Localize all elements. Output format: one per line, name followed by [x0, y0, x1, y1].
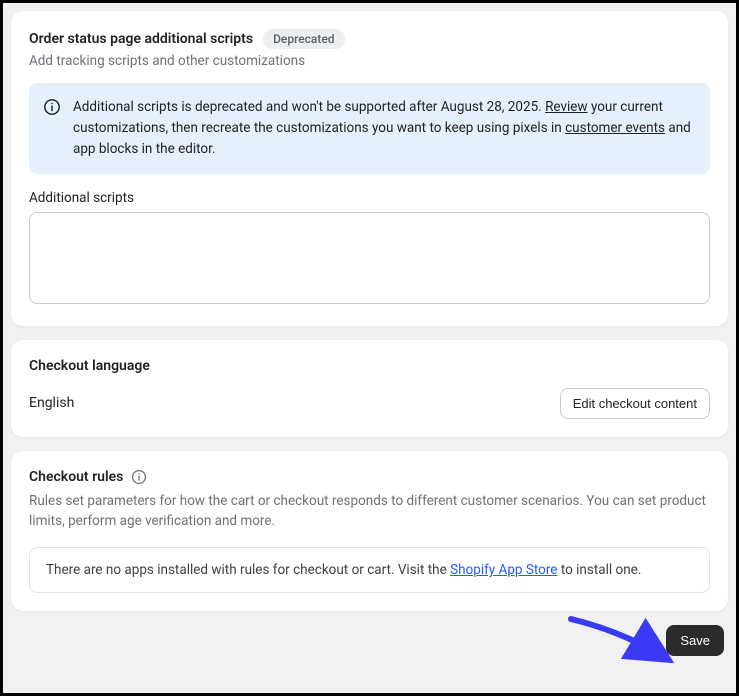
banner-review-link[interactable]: Review — [545, 99, 588, 115]
edit-checkout-content-button[interactable]: Edit checkout content — [560, 388, 710, 419]
shopify-app-store-link[interactable]: Shopify App Store — [450, 562, 557, 578]
checkout-rules-title: Checkout rules — [29, 469, 123, 485]
save-row: Save — [11, 625, 728, 660]
order-status-scripts-card: Order status page additional scripts Dep… — [11, 11, 728, 326]
banner-customer-events-link[interactable]: customer events — [565, 120, 665, 136]
checkout-rules-notice: There are no apps installed with rules f… — [29, 547, 710, 593]
checkout-language-title: Checkout language — [29, 358, 710, 374]
info-icon — [43, 98, 61, 116]
deprecation-banner: Additional scripts is deprecated and won… — [29, 83, 710, 174]
additional-scripts-textarea[interactable] — [29, 212, 710, 304]
checkout-rules-header: Checkout rules — [29, 469, 710, 485]
notice-post: to install one. — [557, 562, 641, 578]
order-status-header: Order status page additional scripts Dep… — [29, 29, 710, 49]
order-status-subtitle: Add tracking scripts and other customiza… — [29, 53, 710, 69]
checkout-language-row: English Edit checkout content — [29, 388, 710, 419]
notice-pre: There are no apps installed with rules f… — [46, 562, 450, 578]
checkout-rules-card: Checkout rules Rules set parameters for … — [11, 451, 728, 612]
banner-text: Additional scripts is deprecated and won… — [73, 97, 694, 160]
info-icon[interactable] — [131, 469, 147, 485]
checkout-rules-description: Rules set parameters for how the cart or… — [29, 491, 710, 532]
banner-text-pre: Additional scripts is deprecated and won… — [73, 99, 545, 115]
additional-scripts-label: Additional scripts — [29, 190, 710, 206]
save-button[interactable]: Save — [666, 625, 724, 656]
checkout-language-value: English — [29, 395, 74, 411]
checkout-language-card: Checkout language English Edit checkout … — [11, 340, 728, 437]
order-status-title: Order status page additional scripts — [29, 31, 253, 47]
deprecated-badge: Deprecated — [263, 29, 344, 49]
